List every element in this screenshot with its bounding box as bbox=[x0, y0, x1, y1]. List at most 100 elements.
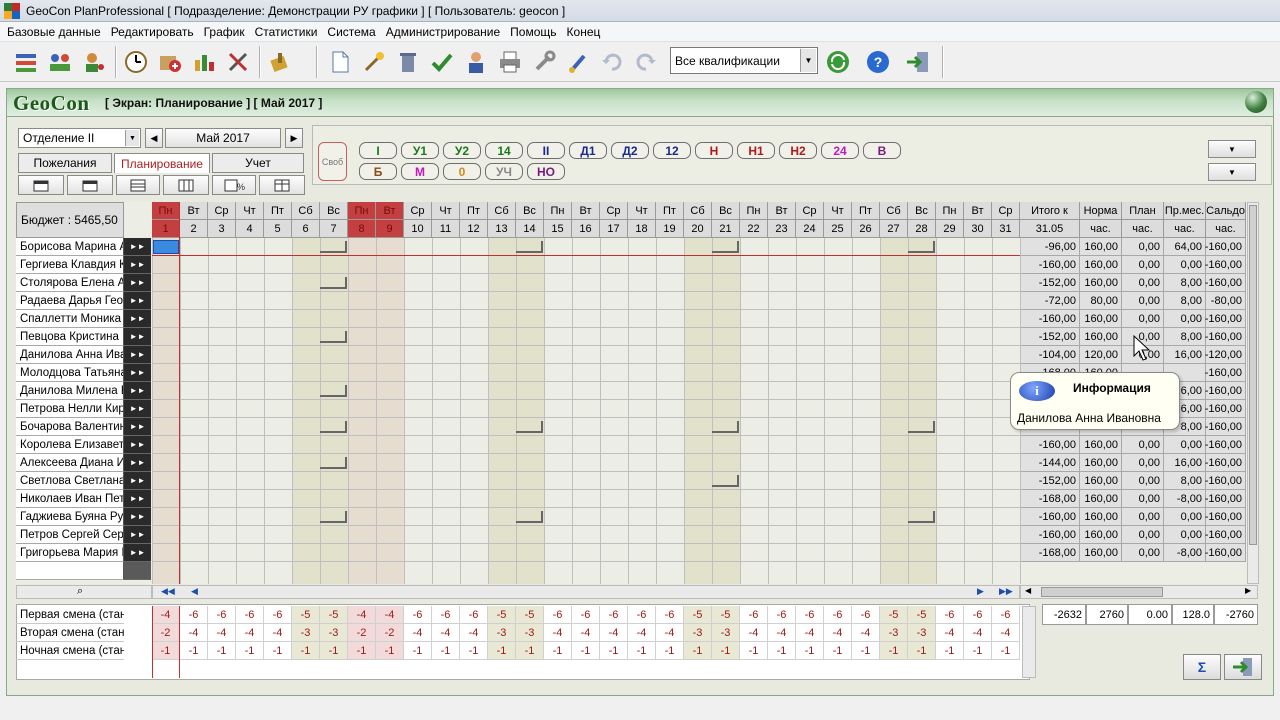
menu-edit[interactable]: Редактировать bbox=[108, 25, 201, 39]
shift-code-button[interactable]: 14 bbox=[485, 142, 523, 159]
department-select[interactable]: Отделение II ▼ bbox=[18, 128, 141, 148]
row-expand-icon[interactable]: ►► bbox=[124, 346, 151, 364]
employee-name[interactable]: Королева Елизавет bbox=[16, 436, 124, 454]
planned-shift-marker[interactable] bbox=[908, 511, 935, 523]
planned-shift-marker[interactable] bbox=[516, 511, 543, 523]
menu-schedule[interactable]: График bbox=[201, 25, 252, 39]
shift-code-button[interactable]: Б bbox=[359, 163, 397, 180]
row-expand-icon[interactable]: ►► bbox=[124, 238, 151, 256]
scroll-left-icon[interactable]: ◀ bbox=[1025, 586, 1031, 595]
employee-name[interactable]: Гергиева Клавдия К bbox=[16, 256, 124, 274]
row-expand-icon[interactable]: ►► bbox=[124, 400, 151, 418]
employee-name[interactable]: Молодцова Татьяна bbox=[16, 364, 124, 382]
shift-code-button[interactable]: У2 bbox=[443, 142, 481, 159]
clock-icon[interactable] bbox=[122, 48, 150, 76]
department-structure-icon[interactable] bbox=[12, 48, 40, 76]
row-expand-icon[interactable]: ►► bbox=[124, 454, 151, 472]
redo-icon[interactable] bbox=[632, 48, 660, 76]
shift-code-button[interactable]: НО bbox=[527, 163, 565, 180]
planned-shift-marker[interactable] bbox=[908, 421, 935, 433]
shift-code-button[interactable]: Д2 bbox=[611, 142, 649, 159]
shift-code-button[interactable]: Д1 bbox=[569, 142, 607, 159]
chevron-down-icon[interactable]: ▼ bbox=[125, 130, 139, 146]
exit-icon[interactable] bbox=[904, 48, 932, 76]
employee-name[interactable]: Столярова Елена Ал bbox=[16, 274, 124, 292]
shift-code-button[interactable]: 24 bbox=[821, 142, 859, 159]
employees-icon[interactable] bbox=[46, 48, 74, 76]
row-expand-icon[interactable]: ►► bbox=[124, 328, 151, 346]
bar-chart-icon[interactable] bbox=[190, 48, 218, 76]
shift-code-button[interactable]: У1 bbox=[401, 142, 439, 159]
prev-month-button[interactable]: ◀ bbox=[145, 128, 163, 148]
shift-code-button[interactable]: II bbox=[527, 142, 565, 159]
scroll-right-icon[interactable]: ▶ bbox=[1245, 586, 1251, 595]
user-settings-icon[interactable] bbox=[80, 48, 108, 76]
employee-name[interactable]: Николаев Иван Пет bbox=[16, 490, 124, 508]
refresh-icon[interactable] bbox=[824, 48, 852, 76]
planned-shift-marker[interactable] bbox=[320, 385, 347, 397]
scroll-first-icon[interactable]: ◀◀ bbox=[161, 586, 175, 597]
employee-name[interactable]: Алексеева Диана И bbox=[16, 454, 124, 472]
row-expand-icon[interactable]: ►► bbox=[124, 382, 151, 400]
menu-administration[interactable]: Администрирование bbox=[383, 25, 507, 39]
row-expand-icon[interactable]: ►► bbox=[124, 310, 151, 328]
employee-name[interactable]: Григорьева Мария И bbox=[16, 544, 124, 562]
scroll-thumb[interactable] bbox=[1041, 587, 1163, 597]
help-icon[interactable]: ? bbox=[864, 48, 892, 76]
planned-shift-marker[interactable] bbox=[320, 421, 347, 433]
shift-code-button[interactable]: В bbox=[863, 142, 901, 159]
employee-name[interactable]: Данилова Милена В bbox=[16, 382, 124, 400]
check-icon[interactable] bbox=[428, 48, 456, 76]
planned-shift-marker[interactable] bbox=[908, 241, 935, 253]
employee-name[interactable]: Радаева Дарья Геор bbox=[16, 292, 124, 310]
tools-icon[interactable] bbox=[224, 48, 252, 76]
selected-cell[interactable] bbox=[153, 240, 179, 254]
planned-shift-marker[interactable] bbox=[712, 241, 739, 253]
undo-icon[interactable] bbox=[598, 48, 626, 76]
menu-statistics[interactable]: Статистики bbox=[252, 25, 325, 39]
row-expand-icon[interactable]: ►► bbox=[124, 526, 151, 544]
chevron-down-icon[interactable]: ▼ bbox=[800, 49, 816, 72]
wrench-icon[interactable] bbox=[530, 48, 558, 76]
row-expand-icon[interactable]: ►► bbox=[124, 490, 151, 508]
calendar-prev-view-icon[interactable] bbox=[18, 175, 64, 195]
employee-name[interactable]: Гаджиева Буяна Руд bbox=[16, 508, 124, 526]
scroll-right-icon[interactable]: ▶ bbox=[977, 586, 984, 597]
planned-shift-marker[interactable] bbox=[712, 421, 739, 433]
exit-button[interactable] bbox=[1224, 654, 1262, 680]
magic-wand-icon[interactable] bbox=[360, 48, 388, 76]
table-view-icon[interactable] bbox=[116, 175, 160, 195]
employee-name[interactable]: Певцова Кристина М bbox=[16, 328, 124, 346]
shift-scrollbar[interactable] bbox=[1022, 606, 1036, 678]
menu-help[interactable]: Помощь bbox=[507, 25, 563, 39]
brush-icon[interactable] bbox=[564, 48, 592, 76]
planned-shift-marker[interactable] bbox=[320, 277, 347, 289]
tab-planning[interactable]: Планирование bbox=[114, 153, 210, 173]
shift-code-button[interactable]: М bbox=[401, 163, 439, 180]
next-month-button[interactable]: ▶ bbox=[285, 128, 303, 148]
delete-icon[interactable] bbox=[394, 48, 422, 76]
print-icon[interactable] bbox=[496, 48, 524, 76]
menu-system[interactable]: Система bbox=[324, 25, 382, 39]
qualification-select[interactable]: Все квалификации ▼ bbox=[670, 47, 818, 74]
shift-code-button[interactable]: 12 bbox=[653, 142, 691, 159]
row-expand-icon[interactable]: ►► bbox=[124, 544, 151, 562]
calendar-next-view-icon[interactable] bbox=[67, 175, 113, 195]
scroll-last-icon[interactable]: ▶▶ bbox=[999, 586, 1013, 597]
row-expand-icon[interactable]: ►► bbox=[124, 436, 151, 454]
summary-scrollbar[interactable]: ◀ ▶ bbox=[1020, 585, 1258, 599]
shift-code-button[interactable]: Н2 bbox=[779, 142, 817, 159]
menu-exit[interactable]: Конец bbox=[564, 25, 608, 39]
row-expand-icon[interactable]: ►► bbox=[124, 418, 151, 436]
row-expand-icon[interactable]: ►► bbox=[124, 256, 151, 274]
row-expand-icon[interactable]: ►► bbox=[124, 508, 151, 526]
employee-name[interactable]: Борисова Марина А bbox=[16, 238, 124, 256]
scroll-thumb[interactable] bbox=[1249, 205, 1257, 545]
planned-shift-marker[interactable] bbox=[516, 241, 543, 253]
employee-name[interactable]: Светлова Светлана bbox=[16, 472, 124, 490]
employee-name[interactable]: Данилова Анна Ива bbox=[16, 346, 124, 364]
menu-base-data[interactable]: Базовые данные bbox=[4, 25, 108, 39]
row-expand-icon[interactable]: ►► bbox=[124, 274, 151, 292]
row-expand-icon[interactable]: ►► bbox=[124, 292, 151, 310]
row-expand-icon[interactable]: ►► bbox=[124, 472, 151, 490]
